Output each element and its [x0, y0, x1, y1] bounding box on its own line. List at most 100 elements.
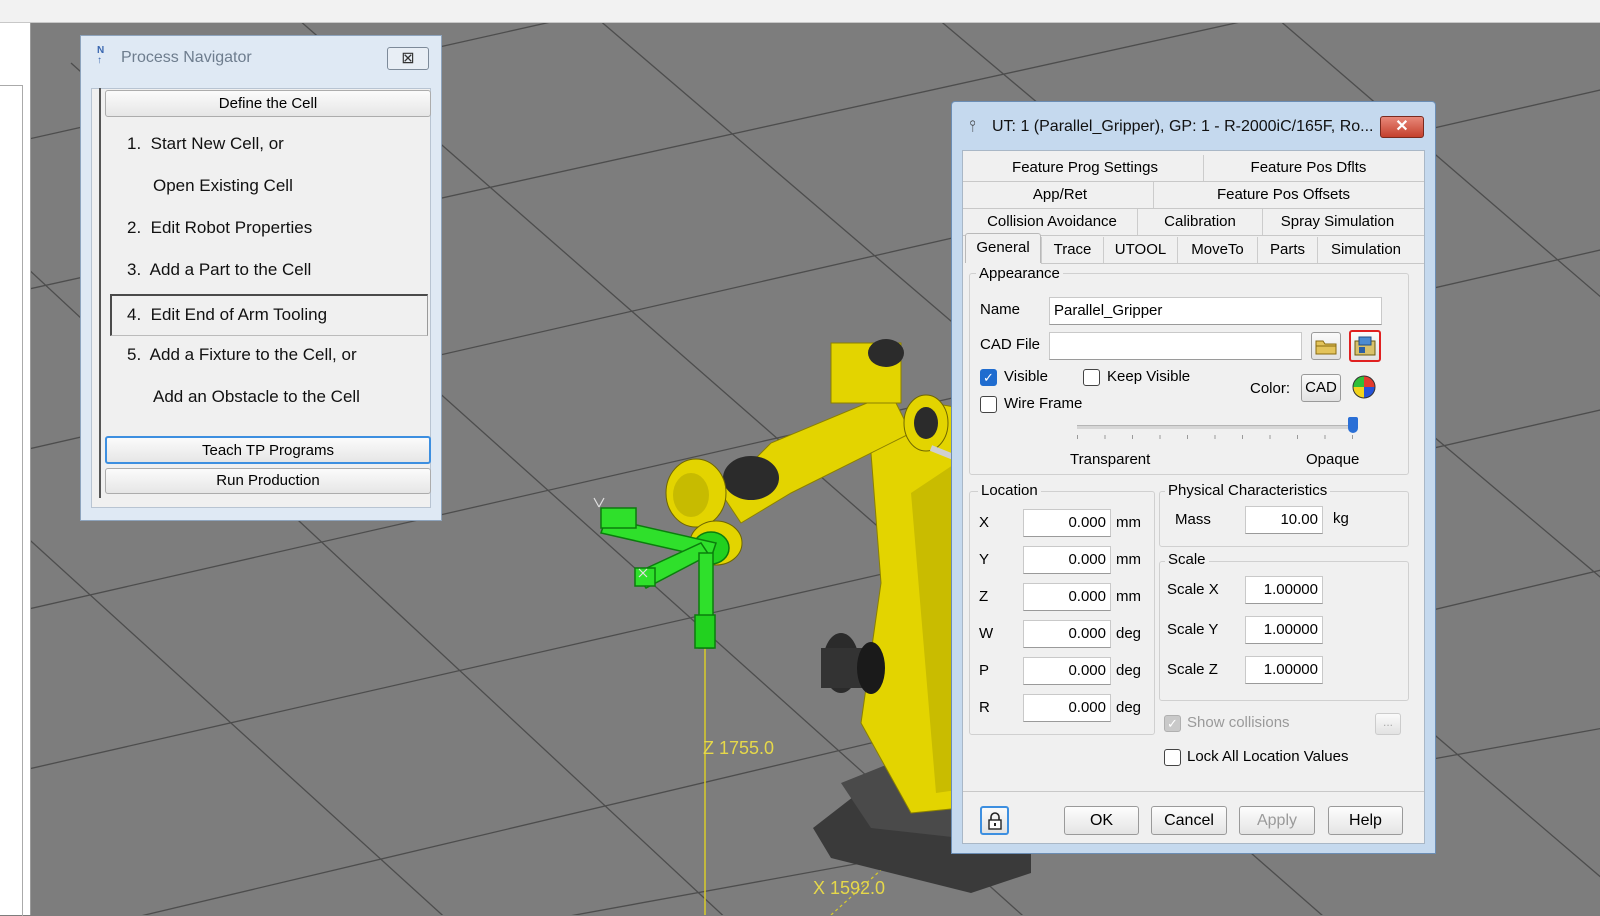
- tab-feature-pos-dflts[interactable]: Feature Pos Dflts: [1203, 155, 1413, 181]
- location-w-field[interactable]: 0.000: [1023, 620, 1111, 648]
- tab-moveto[interactable]: MoveTo: [1177, 237, 1257, 263]
- cad-library-button[interactable]: [1349, 330, 1381, 362]
- mass-label: Mass: [1175, 511, 1211, 528]
- tab-feature-prog-settings[interactable]: Feature Prog Settings: [967, 155, 1203, 181]
- step-add-fixture[interactable]: 5. Add a Fixture to the Cell, or: [127, 345, 357, 365]
- keep-visible-checkbox[interactable]: [1083, 369, 1100, 386]
- location-p-unit: deg: [1116, 662, 1142, 679]
- tab-general[interactable]: General: [965, 233, 1041, 263]
- tab-calibration[interactable]: Calibration: [1137, 209, 1262, 235]
- left-side-panel: [0, 23, 31, 916]
- step-start-new-cell[interactable]: 1. Start New Cell, or: [127, 134, 284, 154]
- cad-file-field[interactable]: [1049, 332, 1302, 360]
- process-navigator-icon: N ↑: [97, 45, 105, 66]
- location-r-unit: deg: [1116, 699, 1142, 716]
- lock-all-location-checkbox[interactable]: [1164, 749, 1181, 766]
- scale-x-label: Scale X: [1167, 581, 1219, 598]
- panel-bottom-divider: [963, 791, 1424, 792]
- keep-visible-label: Keep Visible: [1107, 368, 1191, 385]
- teach-tp-programs-button[interactable]: Teach TP Programs: [105, 436, 431, 464]
- color-wheel-icon: [1352, 375, 1376, 399]
- location-y-label: Y: [979, 551, 990, 568]
- name-label: Name: [980, 301, 1021, 318]
- lock-all-location-label: Lock All Location Values: [1187, 748, 1349, 765]
- transparent-label: Transparent: [1070, 451, 1151, 468]
- show-collisions-checkbox[interactable]: ✓: [1164, 715, 1181, 732]
- location-y-unit: mm: [1116, 551, 1141, 568]
- lock-button[interactable]: [980, 806, 1009, 835]
- location-r-field[interactable]: 0.000: [1023, 694, 1111, 722]
- tab-utool[interactable]: UTOOL: [1103, 237, 1177, 263]
- dialog-close-button[interactable]: ✕: [1380, 116, 1424, 138]
- close-icon: ⊠: [401, 50, 415, 67]
- tab-row-divider: [1041, 263, 1424, 264]
- location-group-label: Location: [978, 482, 1041, 499]
- scale-y-label: Scale Y: [1167, 621, 1219, 638]
- run-production-button[interactable]: Run Production: [105, 468, 431, 494]
- appearance-group-label: Appearance: [976, 265, 1063, 282]
- opaque-label: Opaque: [1306, 451, 1360, 468]
- color-label: Color:: [1250, 380, 1291, 397]
- browse-cad-button[interactable]: [1311, 332, 1341, 360]
- location-y-field[interactable]: 0.000: [1023, 546, 1111, 574]
- wire-frame-label: Wire Frame: [1004, 395, 1083, 412]
- step-add-obstacle[interactable]: Add an Obstacle to the Cell: [153, 387, 360, 407]
- help-button[interactable]: Help: [1328, 806, 1403, 835]
- show-collisions-options-button[interactable]: ...: [1375, 713, 1401, 735]
- mass-field[interactable]: 10.00: [1245, 506, 1323, 534]
- folder-icon: [1315, 340, 1337, 355]
- scale-x-field[interactable]: 1.00000: [1245, 576, 1323, 604]
- opacity-slider-thumb[interactable]: [1348, 417, 1358, 433]
- tab-collision-avoidance[interactable]: Collision Avoidance: [967, 209, 1137, 235]
- close-icon: ✕: [1395, 118, 1409, 135]
- process-navigator-window: N ↑ Process Navigator ⊠ Define the Cell 1…: [80, 35, 442, 521]
- cad-color-button[interactable]: CAD: [1301, 374, 1341, 402]
- opacity-slider-ticks: [1077, 435, 1353, 439]
- tab-spray-simulation[interactable]: Spray Simulation: [1262, 209, 1412, 235]
- tab-trace[interactable]: Trace: [1041, 237, 1103, 263]
- location-z-label: Z: [979, 588, 989, 605]
- step-edit-end-of-arm-tooling[interactable]: 4. Edit End of Arm Tooling: [110, 294, 428, 336]
- step-edit-robot-properties[interactable]: 2. Edit Robot Properties: [127, 218, 312, 238]
- close-button[interactable]: ⊠: [387, 47, 429, 70]
- mass-unit: kg: [1333, 510, 1349, 527]
- process-navigator-title: Process Navigator: [121, 49, 252, 66]
- location-z-unit: mm: [1116, 588, 1141, 605]
- location-p-label: P: [979, 662, 990, 679]
- dialog-title: UT: 1 (Parallel_Gripper), GP: 1 - R-2000…: [992, 118, 1374, 135]
- wire-frame-checkbox[interactable]: [980, 396, 997, 413]
- name-field[interactable]: Parallel_Gripper: [1049, 297, 1382, 325]
- tab-app-ret[interactable]: App/Ret: [967, 182, 1153, 208]
- opacity-slider[interactable]: [1077, 417, 1358, 441]
- opacity-slider-track: [1077, 425, 1353, 429]
- ok-button[interactable]: OK: [1064, 806, 1139, 835]
- step-open-existing-cell[interactable]: Open Existing Cell: [153, 176, 293, 196]
- tab-simulation[interactable]: Simulation: [1317, 237, 1414, 263]
- scale-group-label: Scale: [1165, 551, 1209, 568]
- physical-characteristics-label: Physical Characteristics: [1165, 482, 1331, 499]
- cad-library-icon: [1354, 336, 1376, 356]
- scale-z-label: Scale Z: [1167, 661, 1218, 678]
- process-navigator-rail: [99, 88, 101, 498]
- show-collisions-label: Show collisions: [1187, 714, 1290, 731]
- apply-button[interactable]: Apply: [1239, 806, 1315, 835]
- color-picker-button[interactable]: [1349, 374, 1379, 402]
- tab-feature-pos-offsets[interactable]: Feature Pos Offsets: [1153, 182, 1413, 208]
- z-axis-label: Z 1755.0: [703, 738, 775, 758]
- visible-checkbox[interactable]: ✓: [980, 369, 997, 386]
- cancel-button[interactable]: Cancel: [1151, 806, 1227, 835]
- step-add-part[interactable]: 3. Add a Part to the Cell: [127, 260, 311, 280]
- location-x-unit: mm: [1116, 514, 1141, 531]
- x-axis-label: X 1592.0: [813, 878, 886, 898]
- top-toolbar: [0, 0, 1600, 23]
- scale-z-field[interactable]: 1.00000: [1245, 656, 1323, 684]
- visible-label: Visible: [1004, 368, 1048, 385]
- scale-y-field[interactable]: 1.00000: [1245, 616, 1323, 644]
- dialog-panel: Feature Prog Settings Feature Pos Dflts …: [962, 150, 1425, 844]
- location-x-field[interactable]: 0.000: [1023, 509, 1111, 537]
- define-cell-button[interactable]: Define the Cell: [105, 90, 431, 117]
- location-p-field[interactable]: 0.000: [1023, 657, 1111, 685]
- location-z-field[interactable]: 0.000: [1023, 583, 1111, 611]
- left-panel-frame: [0, 85, 23, 916]
- tab-parts[interactable]: Parts: [1257, 237, 1317, 263]
